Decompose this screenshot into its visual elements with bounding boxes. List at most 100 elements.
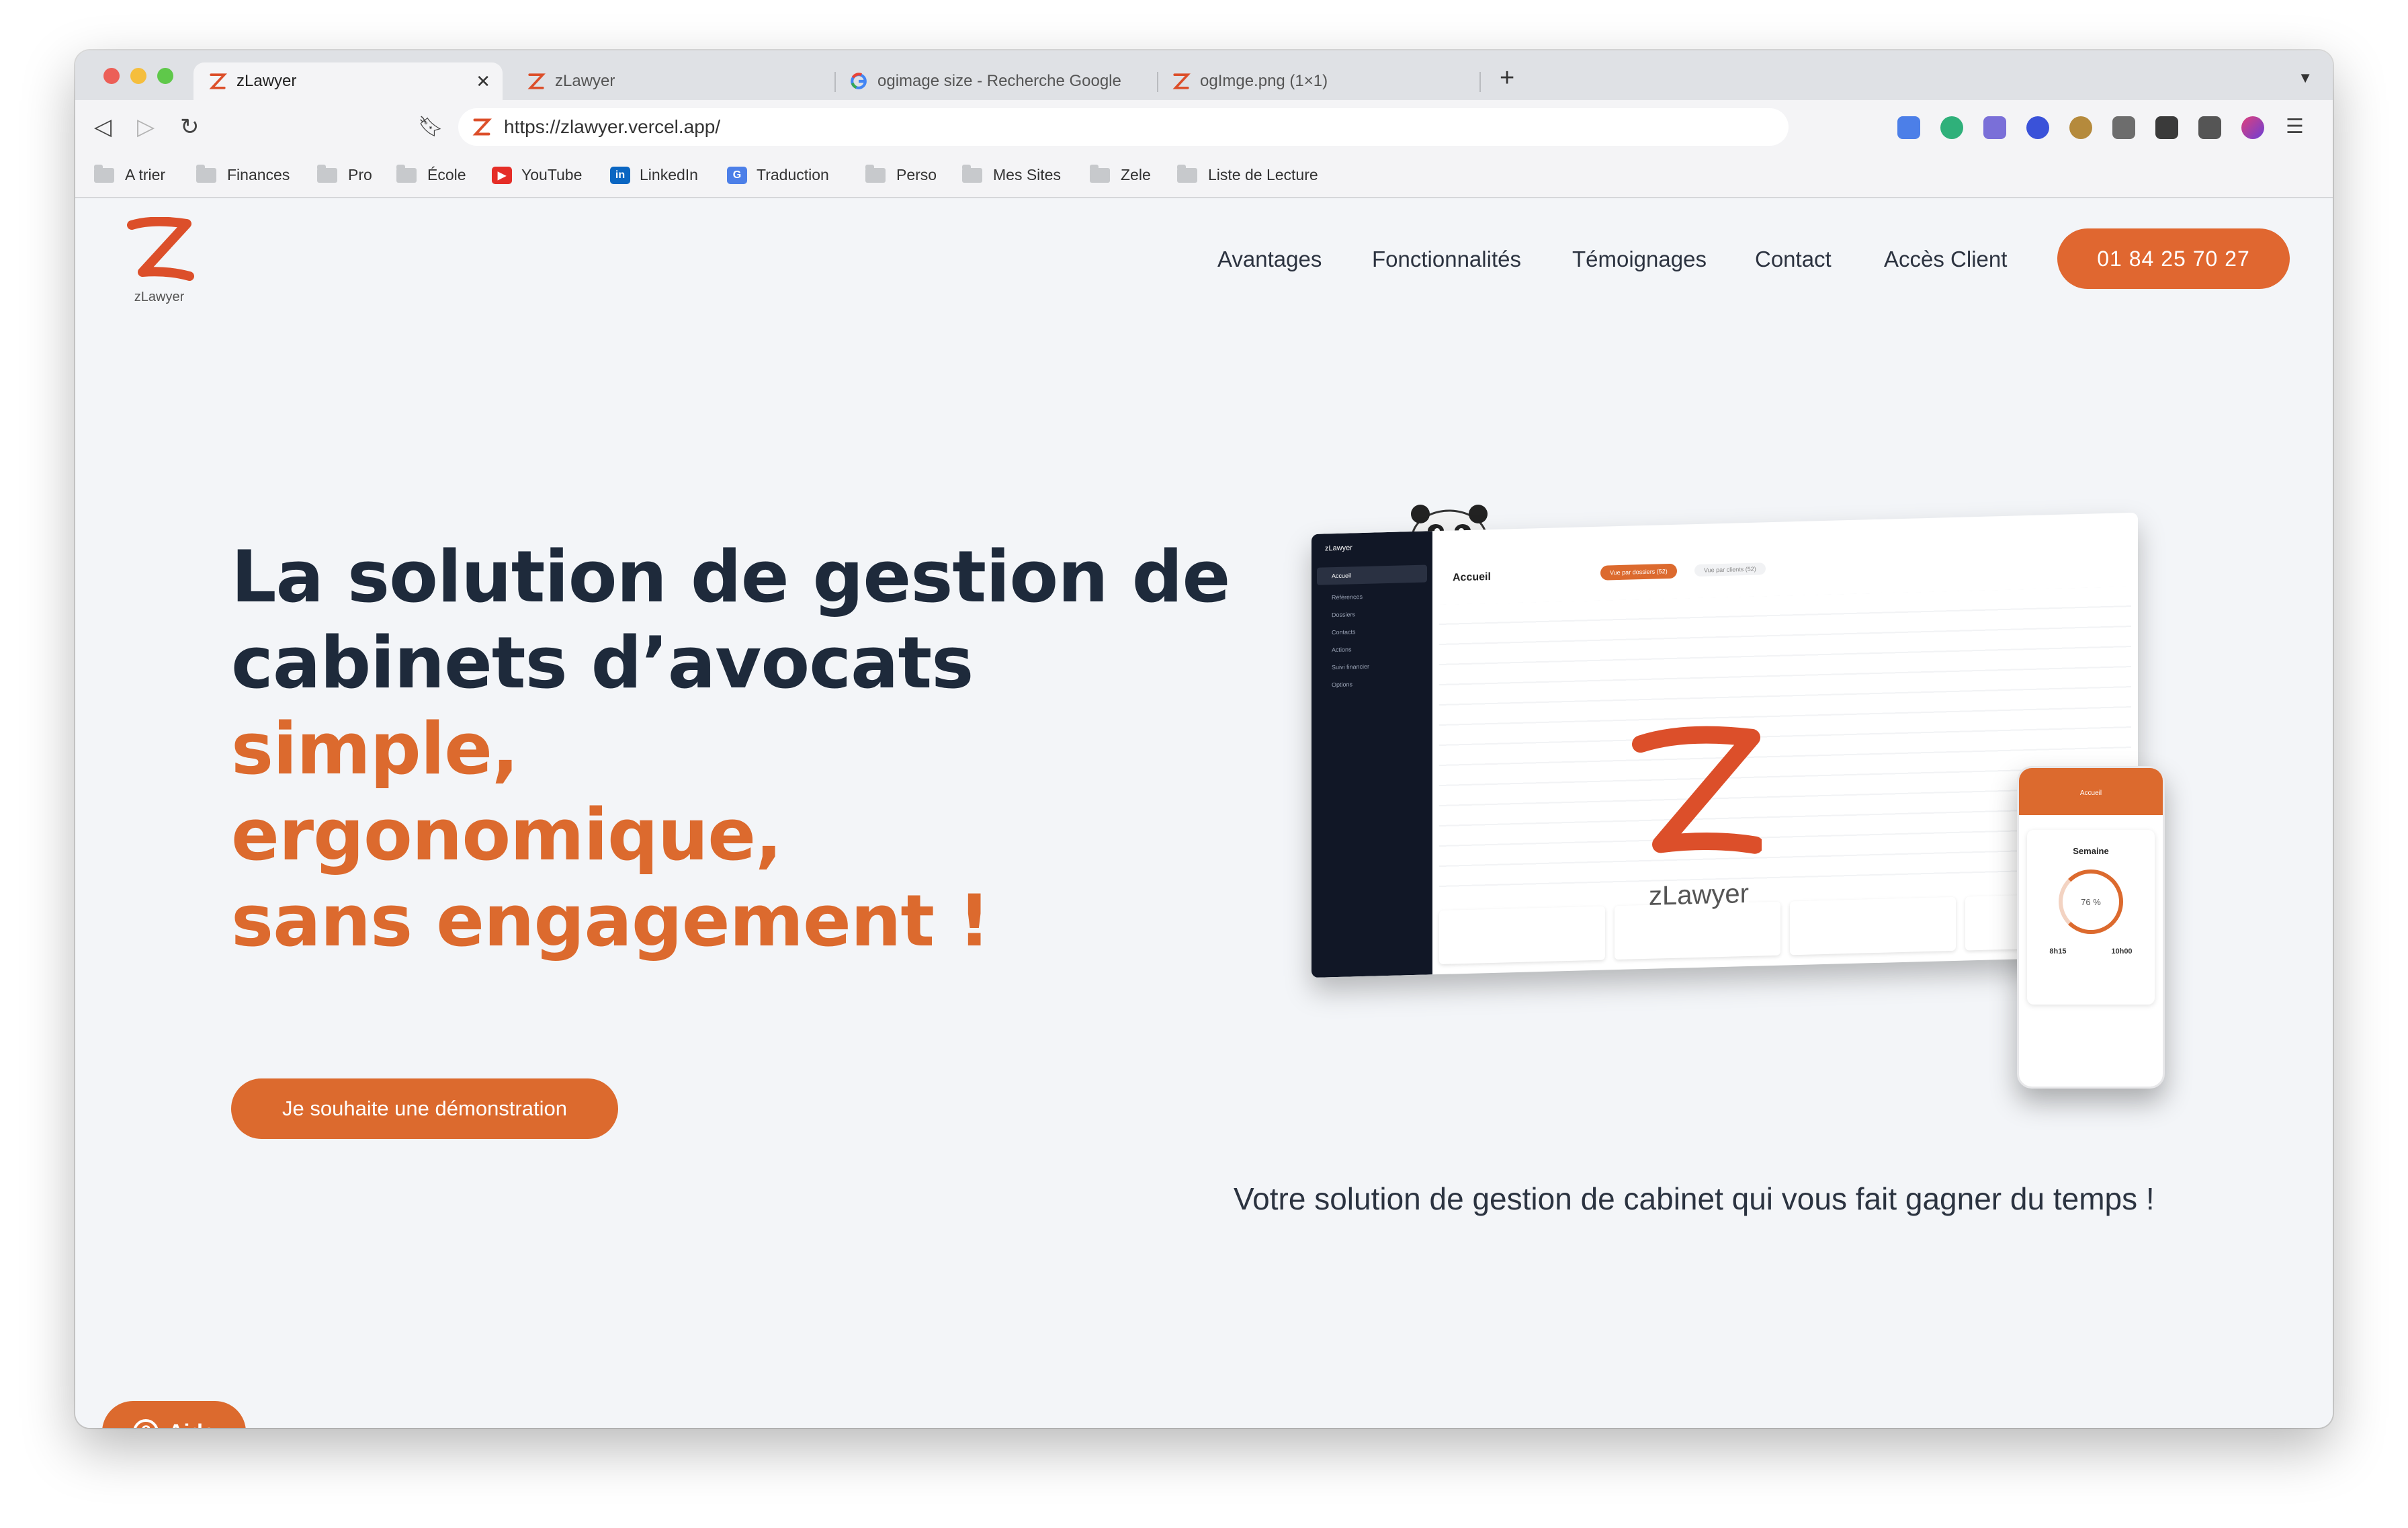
folder-icon [1090, 164, 1110, 183]
bookmark-finances[interactable]: Finances [196, 164, 290, 184]
logo-text: zLawyer [134, 290, 185, 304]
help-label: Aide [168, 1420, 214, 1429]
app-tab-dossiers: Vue par dossiers (52) [1600, 563, 1677, 581]
nav-fonctionnalites[interactable]: Fonctionnalités [1372, 247, 1521, 272]
bookmark-zele[interactable]: Zele [1090, 164, 1151, 184]
bookmark-label: LinkedIn [640, 166, 698, 183]
folder-icon [865, 164, 886, 183]
close-window-button[interactable] [103, 68, 120, 84]
bookmark-label: A trier [125, 166, 166, 183]
linkedin-icon: in [610, 166, 630, 184]
folder-icon [317, 164, 337, 183]
reload-icon[interactable]: ↻ [180, 115, 200, 139]
bookmark-icon[interactable]: 🔖︎ [418, 115, 443, 139]
desktop-app-screen: zLawyer Accueil Références Dossiers Cont… [1312, 512, 2138, 978]
bookmarks-bar: A trier Finances Pro École ▶ YouTube in Li… [75, 154, 2333, 198]
hero-heading: La solution de gestion de cabinets d’avo… [231, 534, 1230, 964]
browser-window: zLawyer ✕ zLawyer ogimage size - Recherc… [75, 50, 2333, 1428]
phone-section-title: Semaine [2073, 846, 2109, 856]
snowflake-extension-icon[interactable] [2026, 116, 2049, 139]
bookmark-label: Liste de Lecture [1208, 166, 1318, 183]
phone-header: Accueil [2019, 768, 2163, 815]
hero-line-2: cabinets d’avocats [231, 622, 974, 704]
product-mockup: zLawyer Accueil Références Dossiers Cont… [1312, 501, 2266, 1105]
eyedropper-extension-icon[interactable] [1983, 116, 2006, 139]
nav-acces-client[interactable]: Accès Client [1884, 247, 2007, 272]
sidebar-item-accueil: Accueil [1317, 564, 1427, 585]
tab-ogimage[interactable]: ogImge.png (1×1) [1157, 62, 1466, 100]
puzzle-extensions-icon[interactable] [2155, 116, 2178, 139]
minimize-window-button[interactable] [130, 68, 146, 84]
bookmark-label: Traduction [757, 166, 829, 183]
phone-time-a: 8h15 [2049, 947, 2067, 956]
bookmark-a-trier[interactable]: A trier [94, 164, 166, 184]
profile-avatar[interactable] [2241, 116, 2264, 139]
bookmark-label: Finances [227, 166, 290, 183]
site-favicon-icon [472, 118, 492, 136]
zlawyer-large-logo-icon [1632, 726, 1762, 854]
zoom-window-button[interactable] [157, 68, 173, 84]
url-text: https://zlawyer.vercel.app/ [504, 116, 721, 137]
app-tab-clients: Vue par clients (52) [1694, 562, 1766, 577]
app-sidebar: zLawyer Accueil Références Dossiers Cont… [1312, 531, 1432, 978]
bookmark-label: Perso [896, 166, 937, 183]
folder-icon [1177, 164, 1197, 183]
help-button[interactable]: ? Aide [102, 1401, 246, 1428]
menu-icon[interactable]: ☰ [2286, 115, 2304, 139]
cookie-extension-icon[interactable] [2069, 116, 2092, 139]
translate-icon: G [727, 166, 747, 184]
address-bar[interactable]: https://zlawyer.vercel.app/ [458, 108, 1789, 146]
folder-icon [94, 164, 114, 183]
bookmark-liste-de-lecture[interactable]: Liste de Lecture [1177, 164, 1318, 184]
back-icon[interactable]: ◁ [94, 115, 112, 139]
phone-button[interactable]: 01 84 25 70 27 [2057, 228, 2290, 289]
app-page-title: Accueil [1453, 571, 1491, 584]
nav-avantages[interactable]: Avantages [1217, 247, 1322, 272]
youtube-icon: ▶ [492, 166, 512, 184]
tab-bar: zLawyer ✕ zLawyer ogimage size - Recherc… [75, 50, 2333, 100]
demo-request-button[interactable]: Je souhaite une démonstration [231, 1078, 618, 1139]
tab-list-chevron-icon[interactable]: ▼ [2298, 69, 2313, 87]
folder-icon [196, 164, 216, 183]
phone-progress-ring: 76 % [2059, 869, 2123, 934]
overlay-brand-text: zLawyer [1649, 878, 1749, 912]
zlawyer-logo[interactable]: zLawyer [122, 216, 196, 304]
bookmark-label: Mes Sites [993, 166, 1061, 183]
bookmark-traduction[interactable]: G Traduction [727, 166, 829, 184]
phone-app-screen: Accueil Semaine 76 % 8h15 10h00 [2017, 766, 2165, 1089]
zlawyer-favicon-icon [209, 73, 227, 89]
tab-google-search[interactable]: ogimage size - Recherche Google [834, 62, 1144, 100]
nav-temoignages[interactable]: Témoignages [1572, 247, 1707, 272]
timer-extension-icon[interactable] [2112, 116, 2135, 139]
navigation-toolbar: ◁ ▷ ↻ 🔖︎ https://zlawyer.vercel.app/ ☰ [75, 100, 2333, 154]
app-name: zLawyer [1325, 544, 1352, 553]
hero-line-4: ergonomique, [231, 794, 782, 876]
tab-zlawyer-active[interactable]: zLawyer ✕ [194, 62, 503, 100]
sidebar-item: Options [1332, 681, 1353, 689]
bookmark-label: École [427, 166, 466, 183]
bookmark-youtube[interactable]: ▶ YouTube [492, 166, 582, 184]
translate-extension-icon[interactable] [1897, 116, 1920, 139]
bookmark-perso[interactable]: Perso [865, 164, 937, 184]
tab-title: ogimage size - Recherche Google [877, 72, 1121, 90]
forward-icon[interactable]: ▷ [137, 115, 155, 139]
zlawyer-favicon-icon [1172, 73, 1191, 89]
folder-icon [396, 164, 417, 183]
new-tab-button[interactable]: + [1500, 64, 1514, 93]
bookmark-linkedin[interactable]: in LinkedIn [610, 166, 698, 184]
tab-title: ogImge.png (1×1) [1200, 72, 1328, 90]
bookmark-mes-sites[interactable]: Mes Sites [962, 164, 1061, 184]
bookmark-ecole[interactable]: École [396, 164, 466, 184]
extension-icon[interactable] [1940, 116, 1963, 139]
tab-title: zLawyer [236, 72, 297, 90]
close-tab-icon[interactable]: ✕ [476, 71, 490, 92]
hero-line-1: La solution de gestion de [231, 536, 1230, 618]
tab-zlawyer[interactable]: zLawyer [512, 62, 821, 100]
help-icon: ? [133, 1419, 159, 1428]
bookmark-label: Pro [348, 166, 372, 183]
nav-contact[interactable]: Contact [1755, 247, 1832, 272]
hero-line-5: sans engagement ! [231, 880, 990, 962]
zlawyer-logo-icon [127, 216, 194, 281]
bookmark-pro[interactable]: Pro [317, 164, 372, 184]
wallet-icon[interactable] [2198, 116, 2221, 139]
